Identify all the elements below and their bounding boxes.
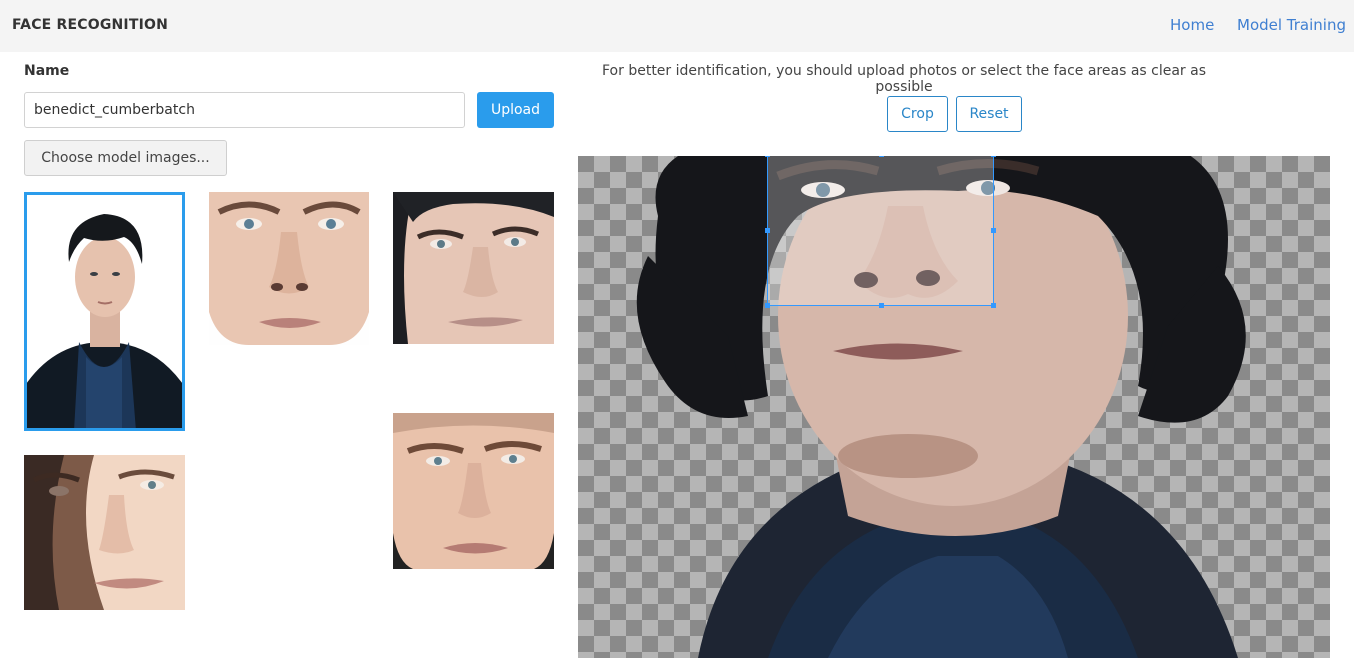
- crop-handle-nw[interactable]: [765, 156, 770, 157]
- name-input[interactable]: [24, 92, 465, 128]
- portrait-image: [24, 192, 185, 431]
- thumbnail-face-closeup-1[interactable]: [209, 192, 369, 345]
- crop-button[interactable]: Crop: [887, 96, 948, 132]
- crop-hint-text: For better identification, you should up…: [602, 63, 1206, 95]
- reset-button[interactable]: Reset: [956, 96, 1022, 132]
- name-label: Name: [24, 63, 70, 79]
- navbar: FACE RECOGNITION Home Model Training: [0, 0, 1354, 52]
- face-image: [209, 192, 369, 345]
- crop-handle-e[interactable]: [991, 228, 996, 233]
- thumbnail-portrait-full[interactable]: [24, 192, 185, 431]
- brand-title: FACE RECOGNITION: [12, 17, 169, 33]
- face-image: [24, 455, 185, 610]
- crop-handle-w[interactable]: [765, 228, 770, 233]
- crop-selection-box[interactable]: [765, 156, 996, 308]
- crop-handle-se[interactable]: [991, 303, 996, 308]
- crop-canvas[interactable]: [578, 156, 1330, 658]
- face-image: [393, 413, 554, 569]
- crop-handle-sw[interactable]: [765, 303, 770, 308]
- thumbnail-face-closeup-2[interactable]: [393, 192, 554, 344]
- nav-link-model-training[interactable]: Model Training: [1237, 16, 1346, 34]
- upload-button[interactable]: Upload: [477, 92, 554, 128]
- crop-handle-ne[interactable]: [991, 156, 996, 157]
- crop-handle-s[interactable]: [879, 303, 884, 308]
- crop-handle-n[interactable]: [879, 156, 884, 157]
- face-image: [393, 192, 554, 344]
- thumbnail-face-closeup-3[interactable]: [24, 455, 185, 610]
- choose-model-images-button[interactable]: Choose model images...: [24, 140, 227, 176]
- thumbnail-face-closeup-4[interactable]: [393, 413, 554, 569]
- nav-link-home[interactable]: Home: [1170, 16, 1214, 34]
